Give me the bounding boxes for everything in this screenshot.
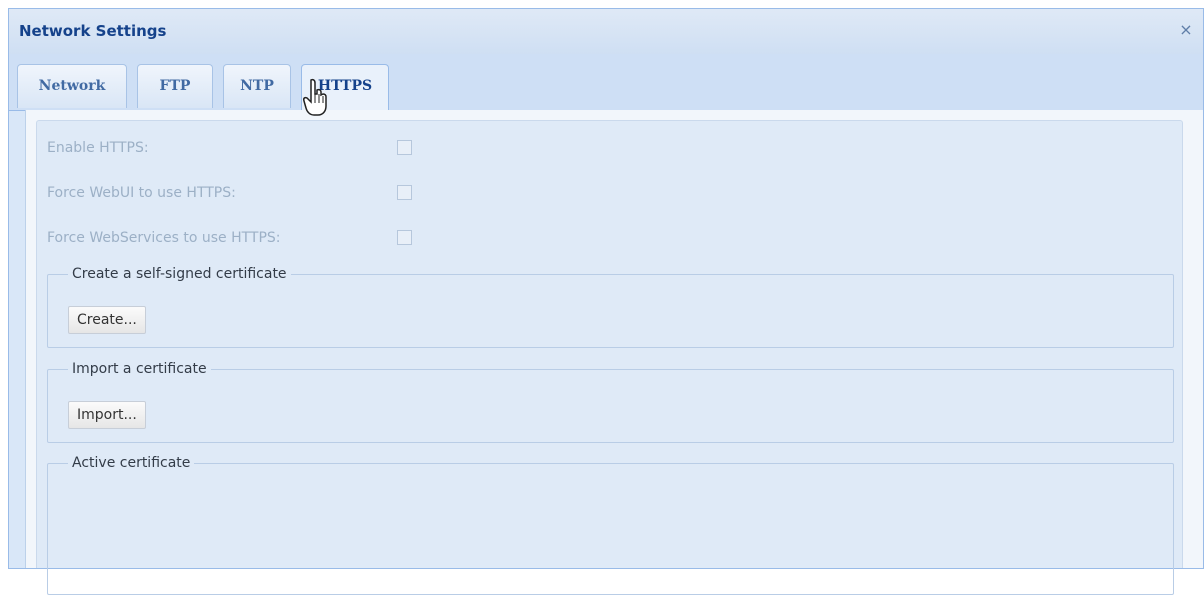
force-webservices-label: Force WebServices to use HTTPS: — [47, 230, 281, 246]
import-certificate-group: Import a certificate Import... — [47, 361, 1174, 443]
https-panel: Enable HTTPS: Force WebUI to use HTTPS: … — [25, 110, 1203, 595]
dialog-title: Network Settings — [19, 22, 167, 40]
active-certificate-legend: Active certificate — [72, 455, 191, 471]
https-settings-form: Enable HTTPS: Force WebUI to use HTTPS: … — [36, 120, 1183, 595]
close-icon[interactable]: × — [1177, 21, 1195, 39]
tab-ntp[interactable]: NTP — [223, 64, 291, 108]
force-webui-label: Force WebUI to use HTTPS: — [47, 185, 236, 201]
import-certificate-legend: Import a certificate — [72, 361, 207, 377]
force-webservices-checkbox[interactable] — [397, 230, 412, 245]
enable-https-label: Enable HTTPS: — [47, 140, 149, 156]
dialog-titlebar: Network Settings × — [9, 9, 1203, 54]
self-signed-certificate-legend: Create a self-signed certificate — [72, 266, 287, 282]
force-webui-checkbox[interactable] — [397, 185, 412, 200]
hand-pointer-cursor-icon — [303, 78, 327, 116]
import-certificate-button[interactable]: Import... — [68, 401, 146, 429]
tab-strip: Network FTP NTP HTTPS — [9, 54, 1203, 111]
self-signed-certificate-group: Create a self-signed certificate Create.… — [47, 266, 1174, 348]
active-certificate-group: Active certificate — [47, 455, 1174, 595]
create-certificate-button[interactable]: Create... — [68, 306, 146, 334]
network-settings-dialog: Network Settings × Network FTP NTP HTTPS… — [8, 8, 1204, 595]
tab-ftp[interactable]: FTP — [137, 64, 213, 108]
tab-network[interactable]: Network — [17, 64, 127, 108]
enable-https-checkbox[interactable] — [397, 140, 412, 155]
